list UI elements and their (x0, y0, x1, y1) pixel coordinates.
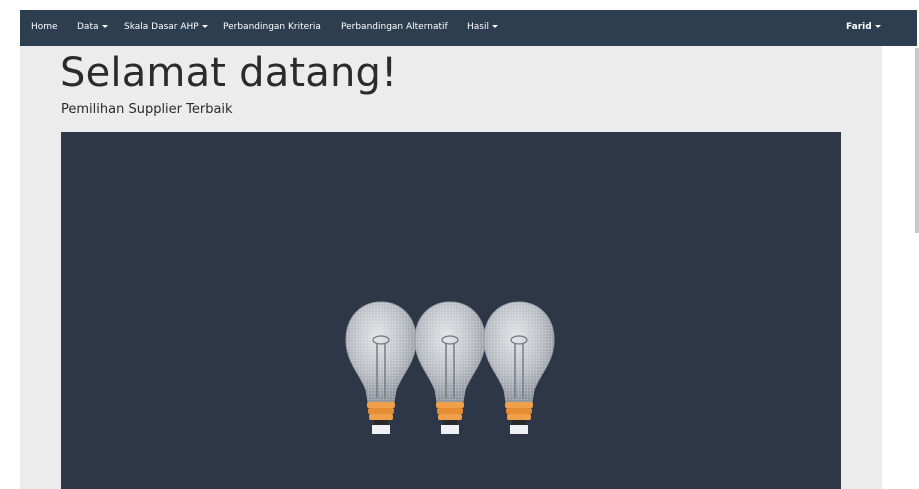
nav-kriteria-label: Perbandingan Kriteria (223, 22, 321, 32)
bulb-icon (345, 301, 417, 434)
user-name-label: Farid (846, 22, 872, 32)
caret-down-icon (874, 25, 881, 28)
hero-image (61, 132, 841, 489)
bulb-icon (483, 301, 555, 434)
nav-alternatif-label: Perbandingan Alternatif (341, 22, 448, 32)
nav-skala-dasar-ahp-dropdown[interactable]: Skala Dasar AHP (124, 10, 208, 46)
page-subtitle: Pemilihan Supplier Terbaik (61, 102, 233, 117)
caret-down-icon (491, 25, 498, 28)
nav-perbandingan-alternatif[interactable]: Perbandingan Alternatif (341, 10, 448, 46)
caret-down-icon (201, 25, 208, 28)
nav-skala-label: Skala Dasar AHP (124, 22, 199, 32)
user-menu-dropdown[interactable]: Farid (846, 10, 881, 46)
nav-perbandingan-kriteria[interactable]: Perbandingan Kriteria (223, 10, 321, 46)
bulb-icon (414, 301, 486, 434)
page-scrollbar[interactable] (915, 48, 919, 233)
page-title: Selamat datang! (60, 50, 398, 96)
caret-down-icon (101, 25, 108, 28)
nav-data-dropdown[interactable]: Data (77, 10, 108, 46)
nav-home[interactable]: Home (31, 10, 58, 46)
nav-data-label: Data (77, 22, 99, 32)
nav-hasil-label: Hasil (467, 22, 489, 32)
light-bulbs-illustration (345, 301, 555, 434)
top-navbar: Home Data Skala Dasar AHP Perbandingan K… (20, 10, 917, 46)
nav-hasil-dropdown[interactable]: Hasil (467, 10, 498, 46)
nav-home-label: Home (31, 22, 58, 32)
welcome-jumbotron: Selamat datang! Pemilihan Supplier Terba… (20, 46, 882, 489)
